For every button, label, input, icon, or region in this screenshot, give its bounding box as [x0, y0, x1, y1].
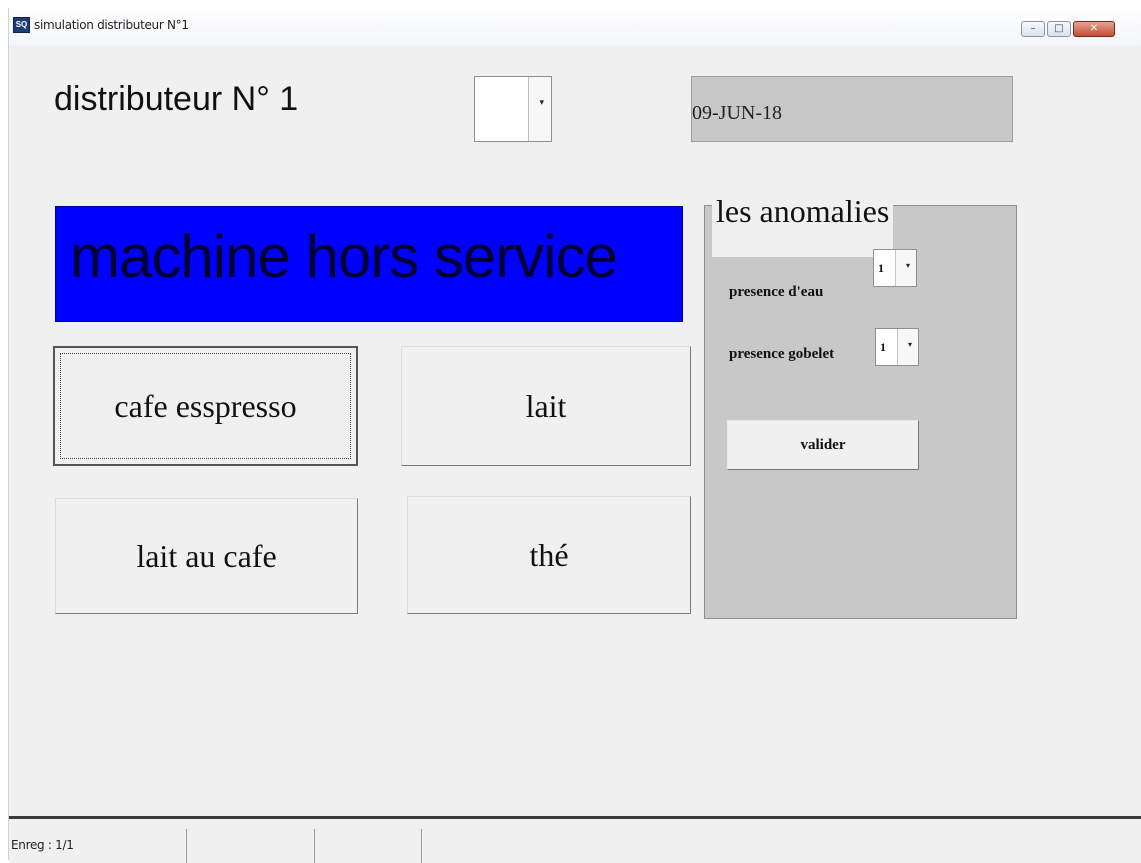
minimize-button[interactable]: – [1021, 21, 1045, 37]
lait-au-cafe-button[interactable]: lait au cafe [55, 498, 358, 614]
app-icon: SQ [13, 17, 30, 33]
application-window: SQ simulation distributeur N°1 – □ ✕ dis… [8, 8, 1141, 863]
status-cell-record: Enreg : 1/1 [9, 829, 184, 863]
anomalies-panel [704, 205, 1017, 619]
status-banner-text: machine hors service [70, 223, 618, 290]
chevron-down-icon: ▾ [905, 261, 910, 270]
status-cell-2 [186, 829, 312, 863]
status-bar: Enreg : 1/1 [9, 816, 1141, 863]
chevron-down-icon: ▾ [539, 98, 544, 108]
the-label: thé [529, 536, 569, 573]
presence-eau-select[interactable]: 1 ▾ [873, 249, 917, 287]
focus-rectangle [60, 353, 351, 459]
status-cell-4 [421, 829, 1141, 863]
chevron-down-icon: ▾ [907, 340, 912, 349]
presence-gobelet-select[interactable]: 1 ▾ [875, 328, 919, 366]
presence-gobelet-dropdown-button[interactable]: ▾ [897, 329, 918, 365]
presence-eau-value: 1 [878, 261, 884, 275]
status-cell-3 [314, 829, 415, 863]
the-button[interactable]: thé [407, 496, 691, 614]
presence-gobelet-label: presence gobelet [729, 346, 835, 362]
lait-au-cafe-label: lait au cafe [136, 537, 277, 574]
date-value: 09-JUN-18 [692, 102, 782, 124]
distributor-select[interactable]: ▾ [474, 76, 552, 142]
status-banner: machine hors service [55, 206, 683, 322]
title-bar[interactable]: SQ simulation distributeur N°1 – □ ✕ [9, 8, 1141, 46]
anomalies-title: les anomalies [712, 193, 894, 257]
cafe-espresso-button[interactable]: cafe esspresso [53, 346, 358, 466]
valider-label: valider [800, 436, 846, 453]
lait-button[interactable]: lait [401, 346, 691, 466]
lait-label: lait [525, 387, 567, 424]
close-button[interactable]: ✕ [1073, 21, 1115, 37]
presence-eau-label: presence d'eau [729, 284, 824, 300]
presence-gobelet-value: 1 [880, 340, 886, 354]
window-title: simulation distributeur N°1 [34, 18, 189, 32]
maximize-button[interactable]: □ [1047, 21, 1071, 37]
page-title: distributeur N° 1 [54, 80, 299, 118]
date-field: 09-JUN-18 [691, 76, 1013, 142]
presence-eau-dropdown-button[interactable]: ▾ [895, 250, 916, 286]
dropdown-button[interactable]: ▾ [528, 77, 551, 141]
record-counter: Enreg : 1/1 [11, 838, 74, 852]
valider-button[interactable]: valider [727, 420, 919, 470]
